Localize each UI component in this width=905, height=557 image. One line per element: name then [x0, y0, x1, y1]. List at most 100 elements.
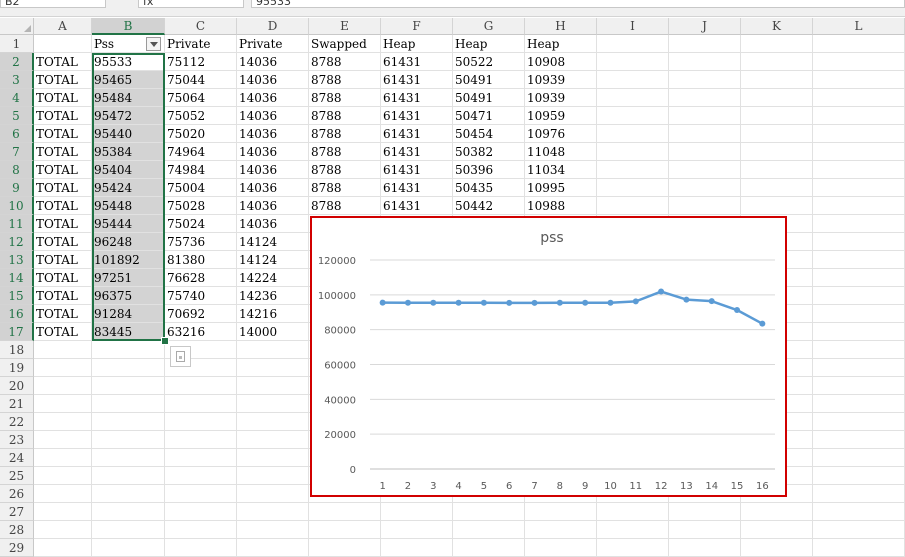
cell[interactable] — [813, 125, 905, 143]
cell[interactable] — [165, 539, 237, 557]
cell[interactable]: TOTAL — [34, 269, 92, 287]
cell[interactable]: TOTAL — [34, 215, 92, 233]
cell[interactable] — [813, 305, 905, 323]
cell[interactable] — [237, 503, 309, 521]
row-header[interactable]: 28 — [0, 521, 34, 539]
cell[interactable] — [741, 71, 813, 89]
cell[interactable] — [237, 359, 309, 377]
row-header[interactable]: 9 — [0, 179, 34, 197]
cell[interactable]: 10939 — [525, 71, 597, 89]
cell[interactable]: 75020 — [165, 125, 237, 143]
series-line[interactable] — [382, 290, 763, 325]
cell[interactable] — [813, 107, 905, 125]
cell[interactable] — [813, 359, 905, 377]
cell[interactable] — [669, 161, 741, 179]
cell[interactable] — [165, 485, 237, 503]
cell[interactable] — [237, 521, 309, 539]
cell[interactable] — [813, 35, 905, 53]
cell[interactable]: 50454 — [453, 125, 525, 143]
cell[interactable] — [741, 143, 813, 161]
row-header[interactable]: 7 — [0, 143, 34, 161]
cell[interactable]: 50382 — [453, 143, 525, 161]
cell[interactable] — [597, 197, 669, 215]
cell[interactable]: 50491 — [453, 71, 525, 89]
cell[interactable] — [165, 431, 237, 449]
cell[interactable] — [813, 431, 905, 449]
cell[interactable]: 10976 — [525, 125, 597, 143]
cell[interactable] — [813, 287, 905, 305]
cell[interactable] — [92, 377, 165, 395]
row-header[interactable]: 12 — [0, 233, 34, 251]
cell[interactable] — [741, 89, 813, 107]
column-header-c[interactable]: C — [165, 18, 237, 35]
cell[interactable]: TOTAL — [34, 197, 92, 215]
cell[interactable]: 81380 — [165, 251, 237, 269]
cell[interactable]: Heap — [453, 35, 525, 53]
cell[interactable] — [597, 107, 669, 125]
data-point[interactable] — [430, 299, 437, 306]
cell[interactable] — [34, 359, 92, 377]
cell[interactable] — [34, 395, 92, 413]
cell[interactable]: 74964 — [165, 143, 237, 161]
cell[interactable]: 14036 — [237, 161, 309, 179]
cell[interactable] — [237, 539, 309, 557]
cell[interactable]: 14036 — [237, 143, 309, 161]
data-point[interactable] — [683, 296, 690, 303]
cell[interactable] — [597, 35, 669, 53]
cell[interactable]: 11048 — [525, 143, 597, 161]
cell[interactable] — [237, 413, 309, 431]
cell[interactable]: 14036 — [237, 53, 309, 71]
cell[interactable]: 8788 — [309, 53, 381, 71]
cell[interactable] — [741, 53, 813, 71]
cell[interactable] — [813, 521, 905, 539]
cell[interactable]: 8788 — [309, 107, 381, 125]
row-header[interactable]: 1 — [0, 35, 34, 53]
cell[interactable] — [92, 341, 165, 359]
cell[interactable] — [597, 53, 669, 71]
row-header[interactable]: 17 — [0, 323, 34, 341]
row-header[interactable]: 10 — [0, 197, 34, 215]
cell[interactable] — [92, 359, 165, 377]
data-point[interactable] — [379, 299, 386, 306]
cell[interactable]: 14036 — [237, 107, 309, 125]
cell[interactable] — [165, 395, 237, 413]
row-header[interactable]: 25 — [0, 467, 34, 485]
cell[interactable]: TOTAL — [34, 233, 92, 251]
cell[interactable]: Private — [165, 35, 237, 53]
cell[interactable]: 76628 — [165, 269, 237, 287]
cell[interactable] — [309, 503, 381, 521]
cell[interactable]: 14124 — [237, 251, 309, 269]
row-header[interactable]: 3 — [0, 71, 34, 89]
cell[interactable] — [597, 161, 669, 179]
cell[interactable]: 96248 — [92, 233, 165, 251]
cell[interactable]: TOTAL — [34, 161, 92, 179]
cell[interactable]: 75740 — [165, 287, 237, 305]
cell[interactable] — [34, 467, 92, 485]
cell[interactable]: Heap — [381, 35, 453, 53]
row-header[interactable]: 8 — [0, 161, 34, 179]
column-header-a[interactable]: A — [34, 18, 92, 35]
column-header-h[interactable]: H — [525, 18, 597, 35]
cell[interactable]: 14036 — [237, 71, 309, 89]
row-header[interactable]: 13 — [0, 251, 34, 269]
cell[interactable] — [309, 521, 381, 539]
cell[interactable] — [34, 341, 92, 359]
cell[interactable] — [92, 485, 165, 503]
cell[interactable]: TOTAL — [34, 179, 92, 197]
cell[interactable] — [453, 521, 525, 539]
cell[interactable] — [741, 503, 813, 521]
cell[interactable] — [813, 539, 905, 557]
data-point[interactable] — [734, 307, 741, 314]
cell[interactable] — [813, 215, 905, 233]
cell[interactable]: 61431 — [381, 143, 453, 161]
cell[interactable]: 96375 — [92, 287, 165, 305]
row-header[interactable]: 2 — [0, 53, 34, 71]
cell[interactable] — [34, 521, 92, 539]
row-header[interactable]: 6 — [0, 125, 34, 143]
cell[interactable]: 8788 — [309, 89, 381, 107]
row-header[interactable]: 29 — [0, 539, 34, 557]
row-header[interactable]: 20 — [0, 377, 34, 395]
row-header[interactable]: 19 — [0, 359, 34, 377]
cell[interactable] — [813, 251, 905, 269]
cell[interactable] — [741, 197, 813, 215]
